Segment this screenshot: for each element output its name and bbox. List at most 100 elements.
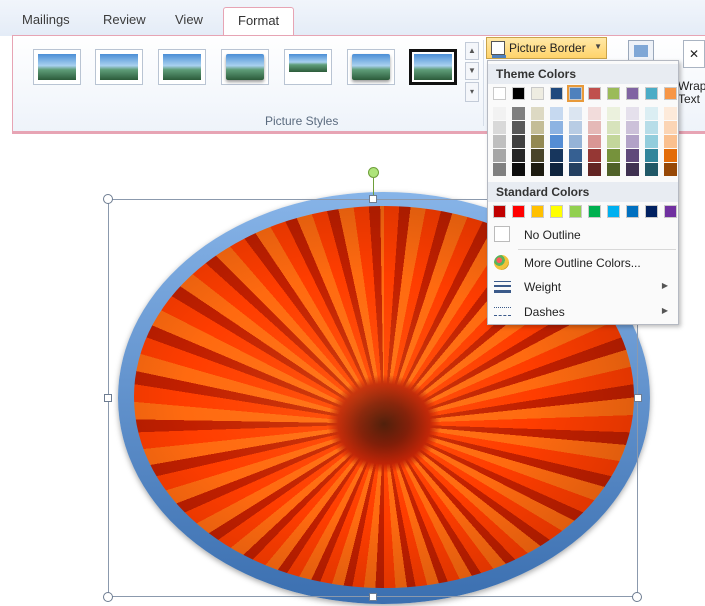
theme-shade-swatch[interactable] [569,149,582,162]
tab-mailings[interactable]: Mailings [22,12,70,27]
theme-shade-swatch[interactable] [607,121,620,134]
theme-shade-swatch[interactable] [550,107,563,120]
weight-item[interactable]: Weight ▶ [488,275,678,299]
theme-color-swatch[interactable] [626,87,639,100]
theme-shade-swatch[interactable] [550,135,563,148]
theme-shade-swatch[interactable] [664,149,677,162]
dashes-item[interactable]: Dashes ▶ [488,300,678,324]
theme-shade-swatch[interactable] [626,163,639,176]
theme-shade-swatch[interactable] [645,121,658,134]
theme-color-swatch[interactable] [493,87,506,100]
theme-shade-swatch[interactable] [512,149,525,162]
theme-shade-swatch[interactable] [645,163,658,176]
theme-color-swatch[interactable] [567,85,584,102]
theme-shade-swatch[interactable] [493,121,506,134]
theme-shade-swatch[interactable] [493,107,506,120]
theme-shade-swatch[interactable] [569,121,582,134]
theme-shade-swatch[interactable] [550,163,563,176]
standard-color-swatch[interactable] [493,205,506,218]
resize-handle-bottom[interactable] [369,593,377,601]
picture-style-white-frame[interactable] [95,49,143,85]
theme-shade-swatch[interactable] [588,135,601,148]
theme-shade-swatch[interactable] [512,107,525,120]
standard-color-swatch[interactable] [531,205,544,218]
theme-color-swatch[interactable] [531,87,544,100]
theme-shade-swatch[interactable] [607,107,620,120]
theme-shade-swatch[interactable] [588,163,601,176]
weight-icon-mid [494,285,511,287]
theme-color-swatch[interactable] [664,87,677,100]
theme-shade-swatch[interactable] [645,135,658,148]
theme-shade-swatch[interactable] [607,135,620,148]
theme-color-swatch[interactable] [607,87,620,100]
theme-shade-swatch[interactable] [550,149,563,162]
theme-shade-swatch[interactable] [664,121,677,134]
tab-view[interactable]: View [175,12,203,27]
theme-color-swatch[interactable] [645,87,658,100]
resize-handle-bottom-left[interactable] [103,592,113,602]
theme-shade-swatch[interactable] [493,163,506,176]
theme-shade-swatch[interactable] [493,135,506,148]
theme-shade-swatch[interactable] [664,135,677,148]
theme-shade-swatch[interactable] [512,121,525,134]
resize-handle-top[interactable] [369,195,377,203]
resize-handle-left[interactable] [104,394,112,402]
theme-shade-swatch[interactable] [664,107,677,120]
standard-color-swatch[interactable] [626,205,639,218]
standard-color-swatch[interactable] [645,205,658,218]
no-outline-item[interactable]: No Outline [488,223,678,247]
picture-border-button[interactable]: Picture Border ▼ [486,37,607,59]
gallery-scroll-down[interactable]: ▼ [465,62,479,80]
theme-shade-swatch[interactable] [512,163,525,176]
theme-shade-swatch[interactable] [531,135,544,148]
picture-style-simple-frame[interactable] [33,49,81,85]
standard-color-swatch[interactable] [550,205,563,218]
picture-style-reflected[interactable] [284,49,332,85]
theme-shade-swatch[interactable] [626,121,639,134]
tab-review[interactable]: Review [103,12,146,27]
theme-shade-swatch[interactable] [626,107,639,120]
wrap-text-icon[interactable]: ✕ [683,40,705,68]
picture-style-thick-black-frame[interactable] [409,49,457,85]
theme-shade-swatch[interactable] [607,163,620,176]
theme-shade-swatch[interactable] [664,163,677,176]
standard-color-swatch[interactable] [512,205,525,218]
theme-shade-swatch[interactable] [645,149,658,162]
standard-color-swatch[interactable] [569,205,582,218]
theme-shade-swatch[interactable] [531,121,544,134]
theme-shade-swatch[interactable] [512,135,525,148]
theme-shade-swatch[interactable] [531,107,544,120]
theme-shade-swatch[interactable] [531,163,544,176]
resize-handle-right[interactable] [634,394,642,402]
theme-shade-swatch[interactable] [531,149,544,162]
rotation-handle[interactable] [368,167,379,178]
theme-shade-swatch[interactable] [588,121,601,134]
standard-color-swatch[interactable] [588,205,601,218]
tab-format[interactable]: Format [223,7,295,37]
theme-shade-swatch[interactable] [588,149,601,162]
theme-shade-swatch[interactable] [569,163,582,176]
more-outline-colors-item[interactable]: More Outline Colors... [488,251,678,275]
resize-handle-bottom-right[interactable] [632,592,642,602]
gallery-expand[interactable]: ▾ [465,82,479,102]
theme-shade-swatch[interactable] [588,107,601,120]
theme-color-swatch[interactable] [550,87,563,100]
picture-style-shadow-rectangle[interactable] [158,49,206,85]
gallery-scroll-up[interactable]: ▲ [465,42,479,60]
theme-shade-swatch[interactable] [550,121,563,134]
resize-handle-top-left[interactable] [103,194,113,204]
picture-style-soft-edge[interactable] [221,49,269,85]
theme-shade-swatch[interactable] [569,135,582,148]
theme-shade-swatch[interactable] [626,135,639,148]
theme-shade-swatch[interactable] [569,107,582,120]
theme-color-swatch[interactable] [588,87,601,100]
standard-color-swatch[interactable] [664,205,677,218]
theme-shade-swatch[interactable] [493,149,506,162]
picture-style-soft-rectangle[interactable] [347,49,395,85]
theme-shade-swatch[interactable] [626,149,639,162]
standard-color-swatch[interactable] [607,205,620,218]
wrap-text-button[interactable]: Wrap Text [678,80,705,106]
theme-shade-swatch[interactable] [645,107,658,120]
theme-shade-swatch[interactable] [607,149,620,162]
theme-color-swatch[interactable] [512,87,525,100]
